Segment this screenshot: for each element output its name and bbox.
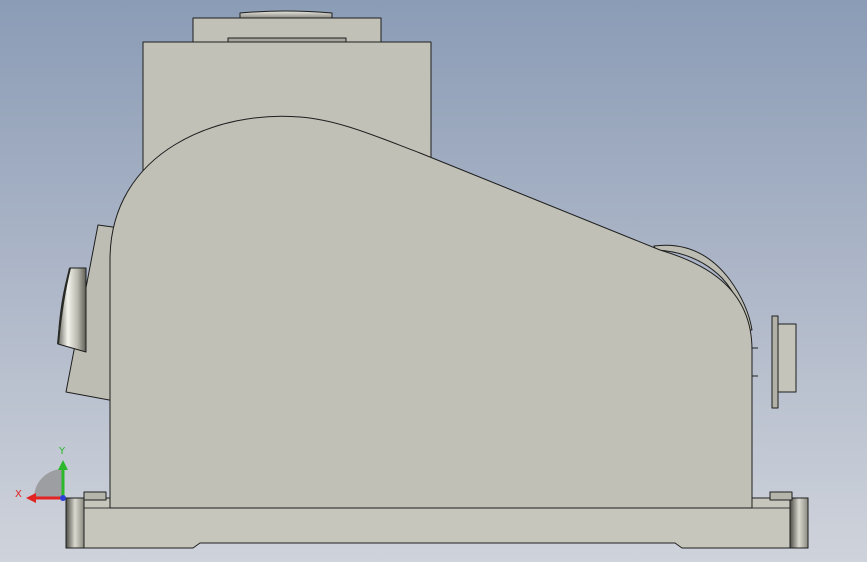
triad-x-label: X: [15, 489, 22, 500]
triad-x-arrowhead: [26, 493, 36, 503]
view-orientation-triad[interactable]: X Y: [0, 0, 867, 562]
triad-plane-indicator: [34, 469, 63, 498]
triad-y-arrowhead: [58, 460, 68, 470]
triad-z-axis: [60, 495, 66, 501]
cad-graphics-viewport[interactable]: X Y: [0, 0, 867, 562]
triad-y-label: Y: [58, 446, 66, 457]
